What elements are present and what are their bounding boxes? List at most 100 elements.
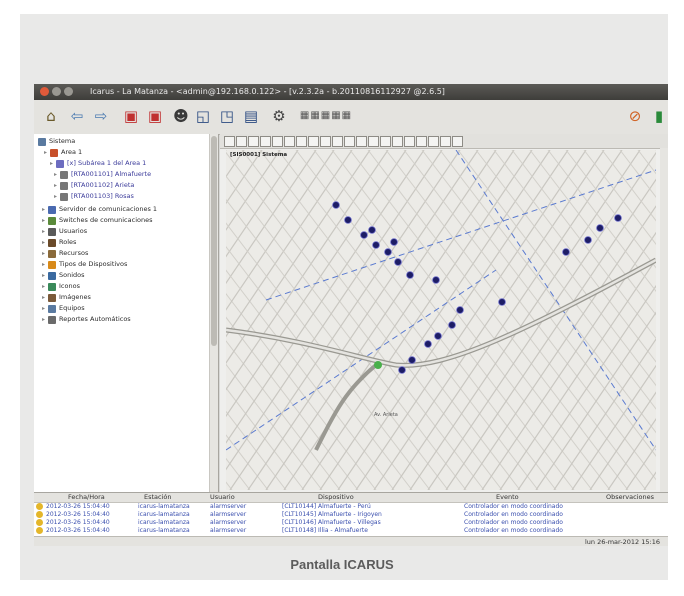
street-map[interactable]: Av. Arieta [SIS0001] Sistema xyxy=(226,150,656,490)
col-fecha-header[interactable]: Fecha/Hora xyxy=(68,493,105,502)
map-tool-button[interactable] xyxy=(344,136,355,147)
map-tool-button[interactable] xyxy=(356,136,367,147)
tree-item-label: [RTA001101] Almafuerte xyxy=(71,170,152,178)
map-tool-button[interactable] xyxy=(224,136,235,147)
map-tool-button[interactable] xyxy=(308,136,319,147)
tree-item-label: Recursos xyxy=(59,249,89,257)
traffic-controller-marker xyxy=(398,366,406,374)
street-line xyxy=(535,311,656,490)
map-tool-button[interactable] xyxy=(368,136,379,147)
connection-icon[interactable]: ▮ xyxy=(648,106,668,126)
minimize-window-button[interactable] xyxy=(52,87,61,96)
tree-item[interactable]: ▸ [x] Subárea 1 del Area 1 xyxy=(50,158,146,169)
tree-root-sistema[interactable]: Sistema xyxy=(38,136,75,147)
col-estacion-header[interactable]: Estación xyxy=(144,493,172,502)
event-row[interactable]: 2012-03-26 15:04:40 icarus-lamatanza alarm… xyxy=(34,503,668,511)
grid-buttons-icon[interactable]: ▦▦▦▦▦ xyxy=(296,106,356,126)
maximize-window-button[interactable] xyxy=(64,87,73,96)
new-window-icon[interactable]: ◳ xyxy=(216,106,238,126)
users-icon[interactable]: ☻ xyxy=(170,106,192,126)
event-cell-fecha: 2012-03-26 15:04:40 xyxy=(46,511,110,518)
home-icon[interactable]: ⌂ xyxy=(40,106,62,126)
close-window-button[interactable] xyxy=(40,87,49,96)
tree-item[interactable]: ▸ Imágenes xyxy=(42,292,91,303)
tree-item[interactable]: ▸ [RTA001101] Almafuerte xyxy=(54,169,151,180)
event-cell-dispositivo: [CLT10148] Illia - Almafuerte xyxy=(282,527,368,534)
tree-node-icon xyxy=(48,216,56,225)
map-tool-button[interactable] xyxy=(236,136,247,147)
tree-item[interactable]: ▸ Usuarios xyxy=(42,226,87,237)
event-cell-evento: Controlador en modo coordinado xyxy=(464,503,563,510)
back-arrow-icon[interactable]: ⇦ xyxy=(66,106,88,126)
tree-root-label: Sistema xyxy=(49,137,76,145)
map-tool-button[interactable] xyxy=(272,136,283,147)
layout-icon[interactable]: ▤ xyxy=(240,106,262,126)
tree-item[interactable]: ▸ Tipos de Dispositivos xyxy=(42,259,127,270)
map-tool-button[interactable] xyxy=(332,136,343,147)
tree-item[interactable]: ▸ Recursos xyxy=(42,248,88,259)
tree-node-icon xyxy=(48,238,56,247)
window-title: Icarus - La Matanza - <admin@192.168.0.1… xyxy=(90,87,445,96)
figure-caption: Pantalla ICARUS xyxy=(290,557,394,572)
map-tool-button[interactable] xyxy=(284,136,295,147)
street-line xyxy=(463,205,656,490)
event-cell-fecha: 2012-03-26 15:04:40 xyxy=(46,519,110,526)
map-scrollbar[interactable] xyxy=(660,148,668,492)
col-observaciones-header[interactable]: Observaciones xyxy=(606,493,654,502)
tree-item-label: Usuarios xyxy=(59,227,88,235)
traffic-controller-marker xyxy=(332,201,340,209)
map-tool-button[interactable] xyxy=(416,136,427,147)
traffic-controller-marker xyxy=(614,214,622,222)
col-usuario-header[interactable]: Usuario xyxy=(210,493,235,502)
street-line xyxy=(226,150,317,285)
tree-item[interactable]: ▸ [RTA001103] Rosas xyxy=(54,191,134,202)
tools-icon[interactable]: ⚙ xyxy=(268,106,290,126)
import-icon[interactable]: ▣ xyxy=(120,106,142,126)
map-tool-button[interactable] xyxy=(296,136,307,147)
map-tool-button[interactable] xyxy=(392,136,403,147)
event-row[interactable]: 2012-03-26 15:04:40 icarus-lamatanza alarm… xyxy=(34,519,668,527)
tree-item[interactable]: ▸ Switches de comunicaciones xyxy=(42,215,152,226)
event-row[interactable]: 2012-03-26 15:04:40 icarus-lamatanza alarm… xyxy=(34,527,668,535)
export-icon[interactable]: ▣ xyxy=(144,106,166,126)
tree-node-icon xyxy=(48,282,56,291)
map-tool-button[interactable] xyxy=(260,136,271,147)
tree-item[interactable]: ▸ [RTA001102] Arieta xyxy=(54,180,134,191)
event-cell-usuario: alarmserver xyxy=(210,519,247,526)
tree-node-icon xyxy=(48,304,56,313)
traffic-controller-marker xyxy=(424,340,432,348)
map-tool-button[interactable] xyxy=(248,136,259,147)
tree-scroll-thumb[interactable] xyxy=(211,136,217,346)
tree-item[interactable]: ▸ Iconos xyxy=(42,281,80,292)
map-tool-button[interactable] xyxy=(452,136,463,147)
tree-item-label: Iconos xyxy=(59,282,80,290)
traffic-controller-marker xyxy=(448,321,456,329)
map-tool-button[interactable] xyxy=(320,136,331,147)
tree-item[interactable]: ▸ Equipos xyxy=(42,303,85,314)
tree-item[interactable]: ▸ Roles xyxy=(42,237,76,248)
event-cell-dispositivo: [CLT10145] Almafuerte - Irigoyen xyxy=(282,511,382,518)
event-row[interactable]: 2012-03-26 15:04:40 icarus-lamatanza alarm… xyxy=(34,511,668,519)
map-canvas[interactable]: Av. Arieta xyxy=(226,150,656,490)
window-titlebar[interactable]: Icarus - La Matanza - <admin@192.168.0.1… xyxy=(34,84,668,100)
tree-item[interactable]: ▸ Reportes Automáticos xyxy=(42,314,131,325)
tree-scrollbar[interactable] xyxy=(209,134,218,492)
tree-node-icon xyxy=(60,192,68,201)
tree-item[interactable]: ▸ Servidor de comunicaciones 1 xyxy=(42,204,157,215)
tree-item[interactable]: ▸ Area 1 xyxy=(44,147,82,158)
map-tool-button[interactable] xyxy=(404,136,415,147)
map-tool-button[interactable] xyxy=(428,136,439,147)
event-cell-estacion: icarus-lamatanza xyxy=(138,503,190,510)
map-tool-button[interactable] xyxy=(380,136,391,147)
col-evento-header[interactable]: Evento xyxy=(496,493,519,502)
col-dispositivo-header[interactable]: Dispositivo xyxy=(318,493,354,502)
map-tool-button[interactable] xyxy=(440,136,451,147)
traffic-controller-marker xyxy=(390,238,398,246)
tree-node-icon xyxy=(60,181,68,190)
tree-item[interactable]: ▸ Sonidos xyxy=(42,270,85,281)
map-title: [SIS0001] Sistema xyxy=(230,152,288,158)
open-window-icon[interactable]: ◱ xyxy=(192,106,214,126)
alarm-icon[interactable]: ⊘ xyxy=(624,106,646,126)
tree-item-label: Servidor de comunicaciones 1 xyxy=(59,205,158,213)
forward-arrow-icon[interactable]: ⇨ xyxy=(90,106,112,126)
